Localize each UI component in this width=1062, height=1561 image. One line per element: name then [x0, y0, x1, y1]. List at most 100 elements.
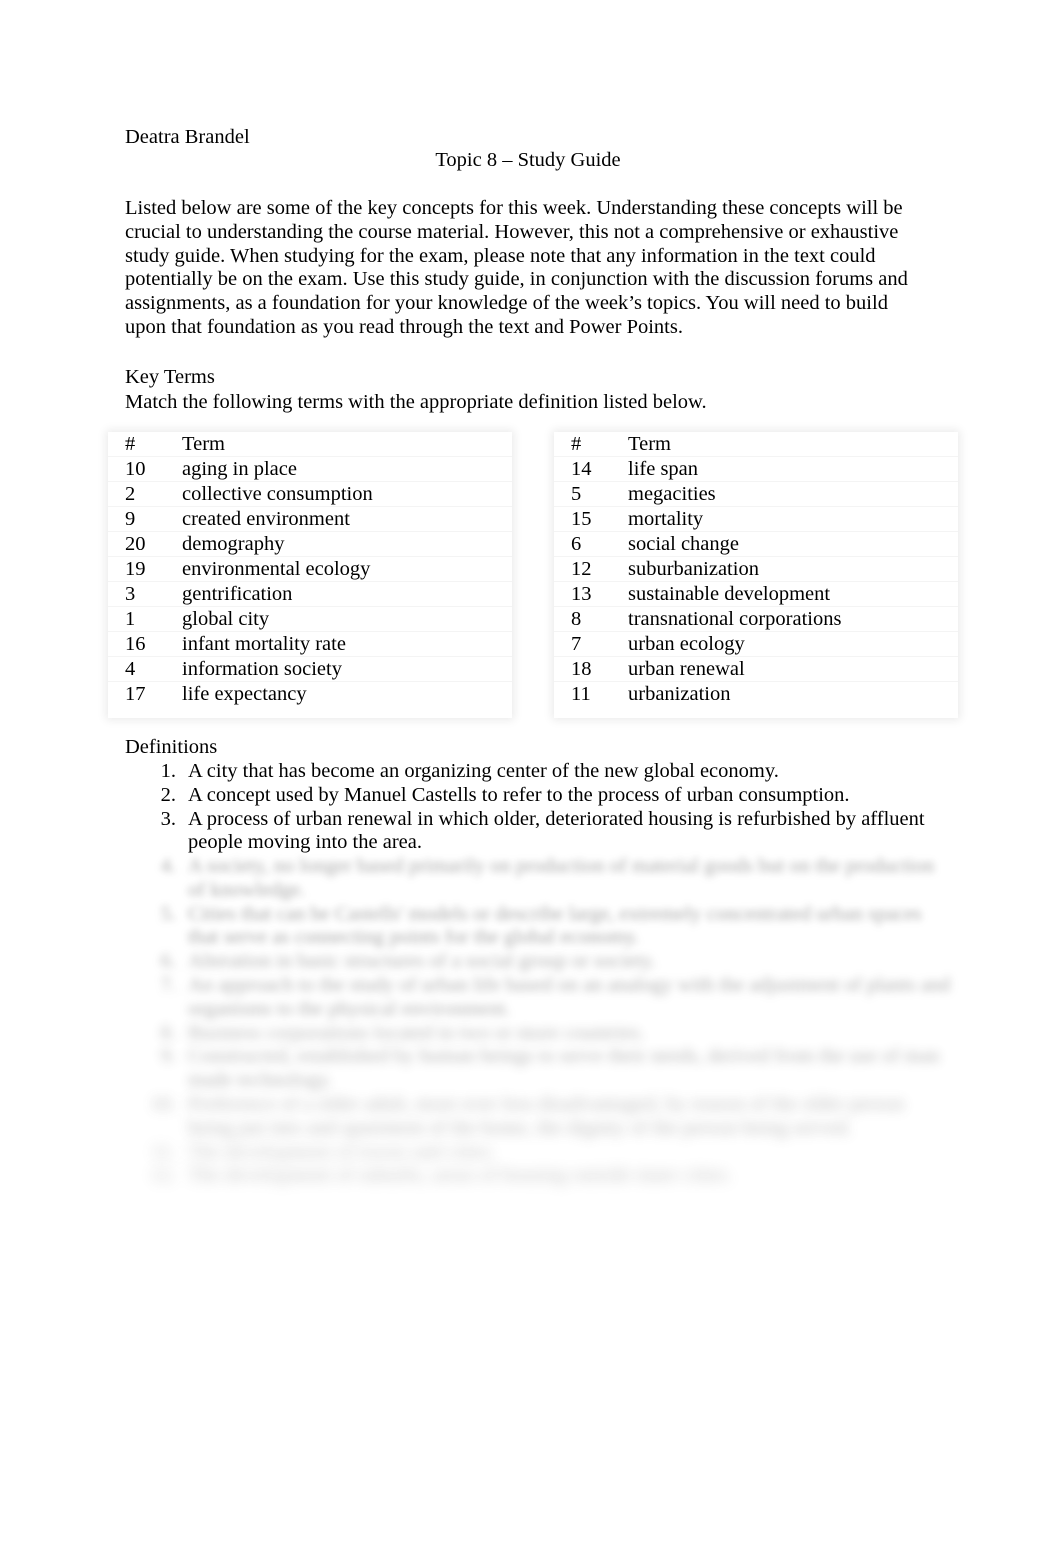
key-terms-tables: # Term 10 aging in place 2 collective co… [108, 432, 968, 718]
definition-marker: 4. [160, 855, 176, 877]
definition-item-obscured: 5. Cities that can be Castells' models o… [125, 903, 953, 951]
definition-item-obscured: 8. Business corporations located in two … [125, 1022, 953, 1046]
term-label: collective consumption [182, 483, 373, 505]
column-header-number: # [571, 433, 582, 455]
definitions-heading: Definitions [125, 736, 218, 758]
definition-text: A process of urban renewal in which olde… [188, 807, 925, 854]
definition-marker: 3. [160, 807, 176, 830]
term-label: life expectancy [182, 683, 307, 705]
term-number: 8 [571, 608, 582, 630]
term-number: 12 [571, 558, 592, 580]
term-label: transnational corporations [628, 608, 842, 630]
term-label: information society [182, 658, 342, 680]
definition-marker: 2. [160, 783, 176, 806]
term-label: urban ecology [628, 633, 745, 655]
term-label: infant mortality rate [182, 633, 346, 655]
definition-text: An approach to the study of urban life b… [188, 973, 951, 1020]
column-header-term: Term [182, 433, 225, 455]
definition-item: 1. A city that has become an organizing … [125, 760, 940, 784]
term-label: mortality [628, 508, 704, 530]
definition-item-obscured: 9. Constructed, established by human bei… [125, 1045, 953, 1093]
definition-marker: 12. [150, 1164, 176, 1187]
definitions-list: 1. A city that has become an organizing … [125, 760, 940, 855]
definition-marker: 8. [160, 1021, 176, 1044]
table-row: 6 social change [554, 532, 958, 557]
table-row: 7 urban ecology [554, 632, 958, 657]
term-label: urban renewal [628, 658, 745, 680]
table-row: 1 global city [108, 607, 512, 632]
intro-paragraph: Listed below are some of the key concept… [125, 197, 908, 338]
definition-item-obscured: 11. The development of towns and cities. [125, 1141, 953, 1165]
term-number: 13 [571, 583, 592, 605]
table-header-row: # Term [108, 432, 512, 457]
author-name: Deatra Brandel [125, 126, 250, 148]
term-label: environmental ecology [182, 558, 371, 580]
table-row: 3 gentrification [108, 582, 512, 607]
term-label: urbanization [628, 683, 731, 705]
table-row: 4 information society [108, 657, 512, 682]
term-label: gentrification [182, 583, 293, 605]
definition-marker: 9. [160, 1045, 176, 1068]
definitions-obscured-region: 4. A society, no longer based primarily … [125, 855, 953, 1188]
term-number: 4 [125, 658, 136, 680]
definition-marker: 1. [160, 760, 176, 782]
table-row: 2 collective consumption [108, 482, 512, 507]
definition-text: Preference of a older adult, most over l… [188, 1092, 905, 1139]
definition-item-obscured: 10. Preference of a older adult, most ov… [125, 1093, 953, 1141]
definition-text: The development of suburbs, areas of hou… [188, 1164, 732, 1187]
term-label: aging in place [182, 458, 297, 480]
term-number: 19 [125, 558, 146, 580]
definition-marker: 5. [160, 902, 176, 925]
page-title: Topic 8 – Study Guide [435, 149, 621, 171]
key-terms-table-left: # Term 10 aging in place 2 collective co… [108, 432, 512, 718]
key-terms-instruction: Match the following terms with the appro… [125, 391, 707, 413]
key-terms-table-right: # Term 14 life span 5 megacities 15 mort… [554, 432, 958, 718]
definition-item-obscured: 12. The development of suburbs, areas of… [125, 1164, 953, 1188]
term-label: suburbanization [628, 558, 759, 580]
term-number: 1 [125, 608, 136, 630]
definition-text: The development of towns and cities. [188, 1140, 496, 1163]
table-row: 20 demography [108, 532, 512, 557]
document-page: Deatra Brandel Topic 8 – Study Guide Lis… [0, 0, 1062, 1561]
table-row: 8 transnational corporations [554, 607, 958, 632]
definition-marker: 6. [160, 950, 176, 973]
column-header-number: # [125, 433, 136, 455]
table-row: 9 created environment [108, 507, 512, 532]
table-row: 13 sustainable development [554, 582, 958, 607]
definition-marker: 10. [150, 1092, 176, 1115]
term-number: 14 [571, 458, 592, 480]
table-row: 11 urbanization [554, 682, 958, 707]
term-number: 18 [571, 658, 592, 680]
term-number: 7 [571, 633, 582, 655]
term-label: created environment [182, 508, 350, 530]
definition-text: Business corporations located in two or … [188, 1021, 645, 1044]
term-number: 15 [571, 508, 592, 530]
term-label: demography [182, 533, 285, 555]
term-number: 5 [571, 483, 582, 505]
table-row: 16 infant mortality rate [108, 632, 512, 657]
term-number: 9 [125, 508, 136, 530]
definition-text: Alteration in basic structures of a soci… [188, 950, 656, 973]
table-row: 18 urban renewal [554, 657, 958, 682]
definition-text: A society, no longer based primarily on … [188, 855, 935, 901]
definition-text: A concept used by Manuel Castells to ref… [188, 783, 850, 806]
term-label: sustainable development [628, 583, 831, 605]
table-header-row: # Term [554, 432, 958, 457]
definition-text: A city that has become an organizing cen… [188, 760, 779, 782]
table-row: 14 life span [554, 457, 958, 482]
table-row: 19 environmental ecology [108, 557, 512, 582]
key-terms-heading: Key Terms [125, 366, 215, 388]
definition-item-obscured: 6. Alteration in basic structures of a s… [125, 950, 953, 974]
table-row: 17 life expectancy [108, 682, 512, 707]
definition-marker: 11. [151, 1140, 176, 1163]
definition-item-obscured: 7. An approach to the study of urban lif… [125, 974, 953, 1022]
table-row: 15 mortality [554, 507, 958, 532]
definition-text: Constructed, established by human beings… [188, 1045, 940, 1092]
term-number: 3 [125, 583, 136, 605]
term-number: 11 [571, 683, 591, 705]
table-row: 10 aging in place [108, 457, 512, 482]
definition-text: Cities that can be Castells' models or d… [188, 902, 922, 949]
definition-item: 2. A concept used by Manuel Castells to … [125, 784, 940, 808]
table-row: 5 megacities [554, 482, 958, 507]
definition-marker: 7. [160, 973, 176, 996]
